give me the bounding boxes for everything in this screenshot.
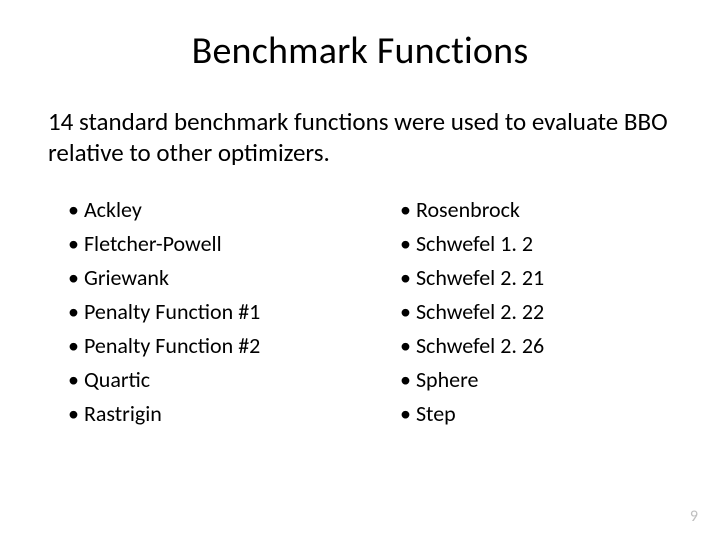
- function-list: • Ackley • Fletcher-Powell • Griewank • …: [48, 193, 672, 432]
- slide-title: Benchmark Functions: [48, 28, 672, 74]
- slide: Benchmark Functions 14 standard benchmar…: [0, 0, 720, 540]
- list-item: • Sphere: [400, 363, 672, 397]
- function-list-left: • Ackley • Fletcher-Powell • Griewank • …: [68, 193, 340, 432]
- function-list-right: • Rosenbrock • Schwefel 1. 2 • Schwefel …: [400, 193, 672, 432]
- list-item: • Ackley: [68, 193, 340, 227]
- page-number: 9: [690, 507, 698, 526]
- list-item: • Griewank: [68, 261, 340, 295]
- list-item: • Schwefel 2. 26: [400, 329, 672, 363]
- list-item: • Penalty Function #1: [68, 295, 340, 329]
- list-item: • Quartic: [68, 363, 340, 397]
- slide-subtitle: 14 standard benchmark functions were use…: [48, 106, 672, 169]
- list-item: • Penalty Function #2: [68, 329, 340, 363]
- list-item: • Rosenbrock: [400, 193, 672, 227]
- list-item: • Schwefel 2. 21: [400, 261, 672, 295]
- list-item: • Fletcher-Powell: [68, 227, 340, 261]
- list-item: • Schwefel 1. 2: [400, 227, 672, 261]
- list-item: • Step: [400, 397, 672, 431]
- list-item: • Rastrigin: [68, 397, 340, 431]
- list-item: • Schwefel 2. 22: [400, 295, 672, 329]
